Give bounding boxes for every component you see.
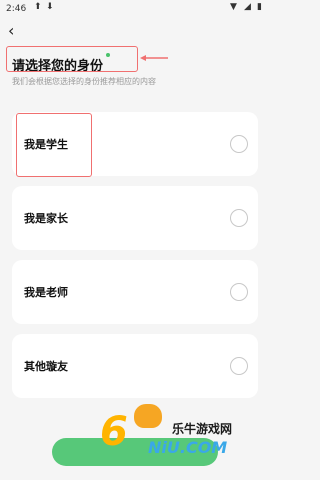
- watermark-domain: NiU.COM: [148, 438, 228, 457]
- radio-button-teacher[interactable]: [230, 283, 248, 301]
- option-card-teacher[interactable]: 我是老师: [12, 260, 258, 324]
- radio-button-other[interactable]: [230, 357, 248, 375]
- watermark-text: 乐牛游戏网: [172, 422, 233, 436]
- option-card-other[interactable]: 其他璇友: [12, 334, 258, 398]
- option-label: 其他璇友: [24, 360, 68, 373]
- option-label: 我是老师: [24, 286, 68, 299]
- radio-button-student[interactable]: [230, 135, 248, 153]
- option-label: 我是家长: [24, 212, 68, 225]
- annotation-student-box: [16, 113, 92, 177]
- option-card-parent[interactable]: 我是家长: [12, 186, 258, 250]
- cow-mascot-icon: [134, 404, 162, 428]
- radio-button-parent[interactable]: [230, 209, 248, 227]
- watermark-logo: 6 乐牛游戏网 NiU.COM: [100, 402, 260, 464]
- watermark-logo-mark: 6: [100, 409, 128, 455]
